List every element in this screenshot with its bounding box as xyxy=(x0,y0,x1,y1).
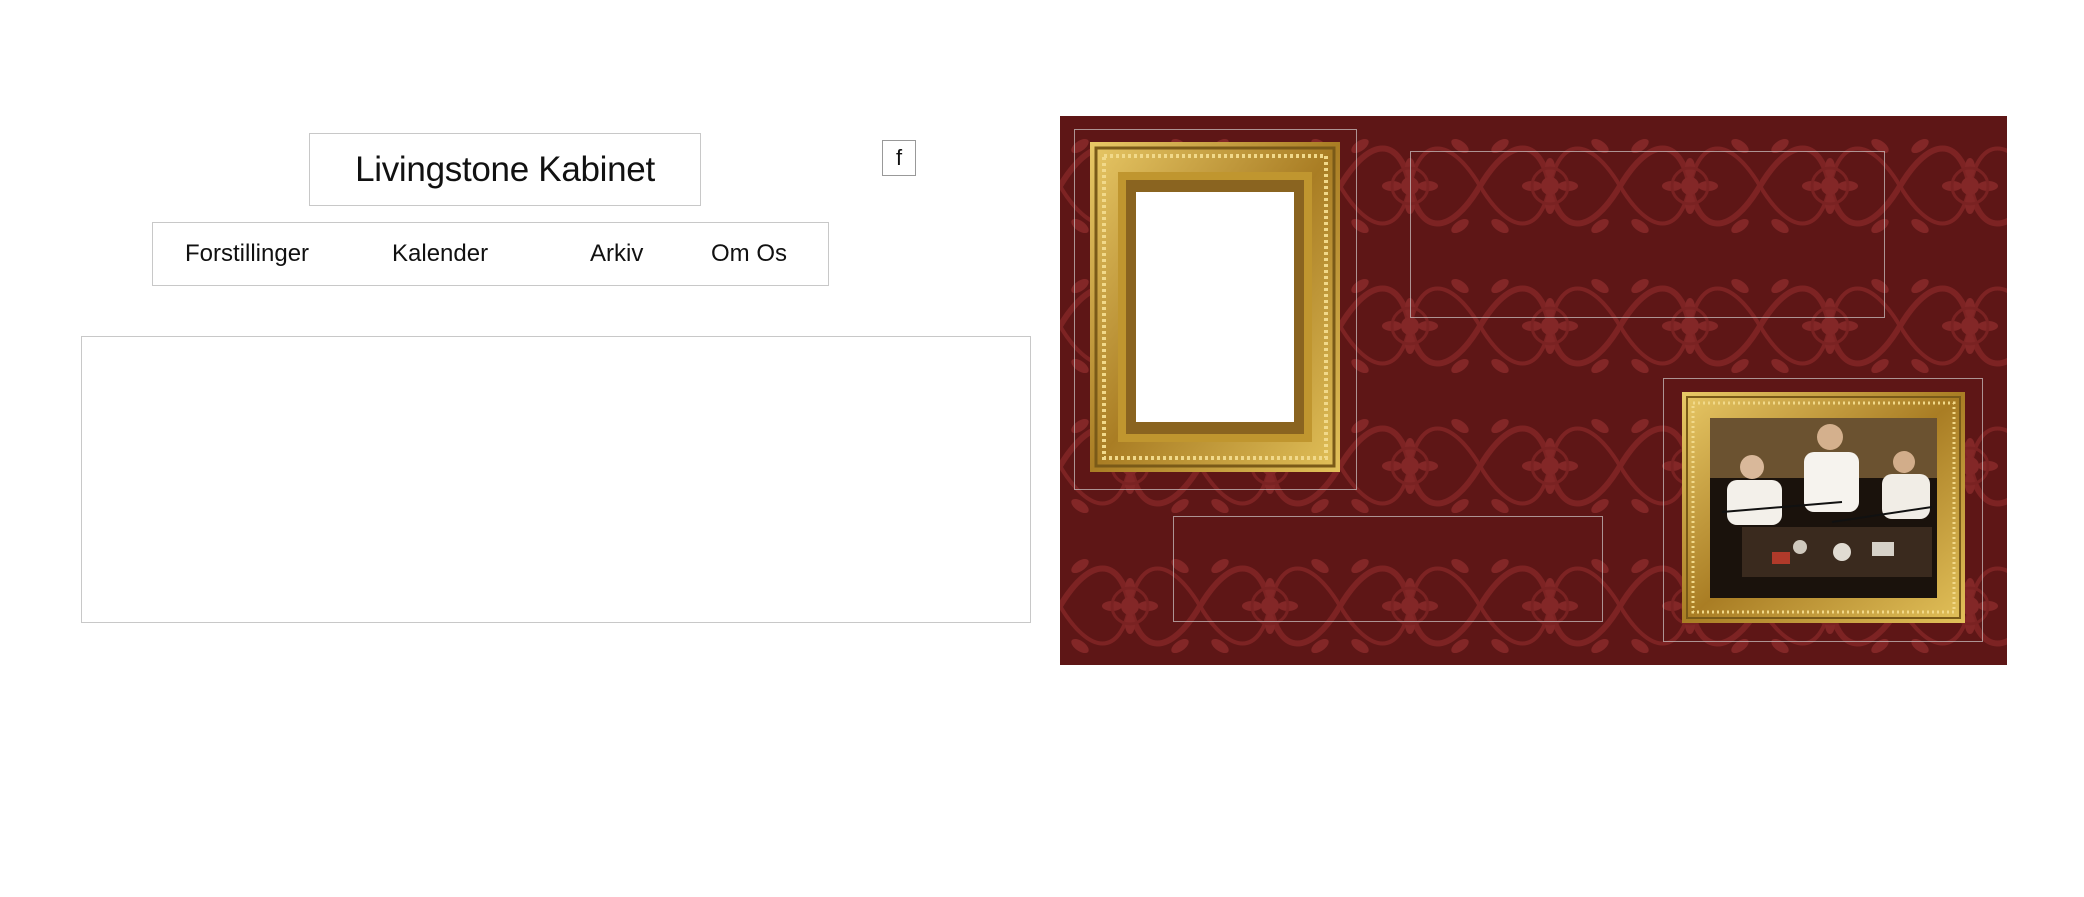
wallpaper-gallery xyxy=(1060,116,2007,665)
empty-gold-frame[interactable] xyxy=(1090,142,1340,472)
nav-item-om-os[interactable]: Om Os xyxy=(711,223,787,285)
frame-outline-3 xyxy=(1173,516,1603,622)
photo-gold-frame[interactable] xyxy=(1682,392,1965,623)
content-panel xyxy=(81,336,1031,623)
main-nav: Forstillinger Kalender Arkiv Om Os xyxy=(152,222,829,286)
site-title[interactable]: Livingstone Kabinet xyxy=(309,133,701,206)
nav-item-forstillinger[interactable]: Forstillinger xyxy=(185,223,309,285)
nav-item-kalender[interactable]: Kalender xyxy=(392,223,488,285)
nav-item-arkiv[interactable]: Arkiv xyxy=(590,223,643,285)
facebook-icon[interactable]: f xyxy=(882,140,916,176)
frame-outline-2 xyxy=(1410,151,1885,318)
